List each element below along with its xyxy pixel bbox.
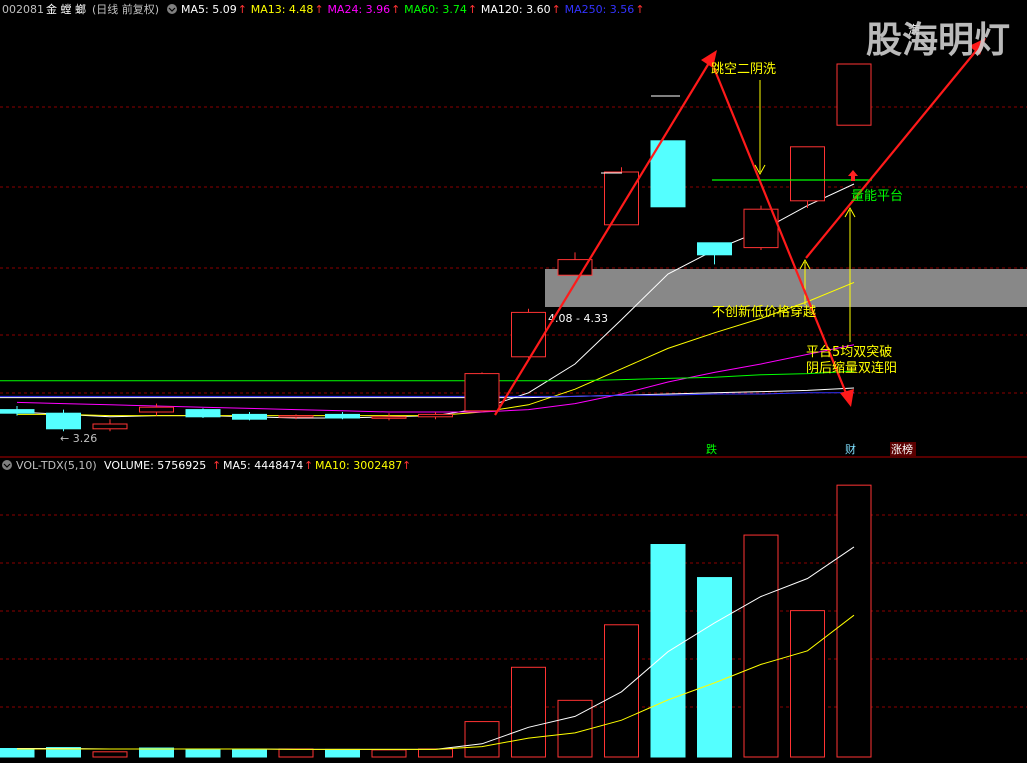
candle <box>604 167 639 226</box>
candle-body <box>139 406 174 413</box>
candle <box>232 412 267 421</box>
ma-legend-item: MA250: 3.56 <box>565 3 635 16</box>
trend-arrow-down-head <box>840 389 854 407</box>
volume-bar <box>325 748 360 758</box>
vol-ma5-up-arrow-icon: ↑ <box>304 459 313 472</box>
volume-bar <box>604 624 639 758</box>
volume-bars <box>0 484 872 758</box>
up-arrow-icon: ↑ <box>238 3 247 16</box>
stock-name: 金 螳 螂 <box>46 2 86 16</box>
volume-bar <box>650 544 686 758</box>
volume-bar <box>743 534 779 758</box>
candle-body <box>697 242 732 256</box>
ma-legend-item: MA13: 4.48 <box>251 3 314 16</box>
candle-body <box>325 413 360 419</box>
up-arrow-icon: ↑ <box>314 3 323 16</box>
candle <box>46 409 81 432</box>
volume-bar <box>92 751 128 758</box>
volume-bar <box>185 748 221 758</box>
candle-body <box>278 415 314 418</box>
volume-bar <box>511 666 546 758</box>
up-arrow-icon: ↑ <box>635 3 644 16</box>
candle-body <box>418 413 453 418</box>
candle-body <box>232 413 267 420</box>
volume-bar <box>278 748 314 758</box>
vol-ma5: MA5: 4448474 <box>223 459 303 472</box>
ma-line-ma60 <box>17 370 855 382</box>
candle <box>185 408 221 418</box>
tag-cai: 财 <box>845 442 856 456</box>
candle <box>511 308 546 358</box>
candle <box>325 412 360 420</box>
tag-die: 跌 <box>706 442 717 456</box>
ma-legend-item: MA24: 3.96 <box>327 3 390 16</box>
candle-body <box>604 171 639 226</box>
volume-bar <box>790 610 825 758</box>
volume-bar <box>418 748 453 758</box>
volume-bar <box>371 749 407 758</box>
watermark: 股海明灯 <box>866 20 1010 61</box>
vol-ma10-up-arrow-icon: ↑ <box>402 459 411 472</box>
candle-body <box>371 416 407 419</box>
candle <box>464 372 500 412</box>
vol-title: VOL-TDX(5,10) <box>16 459 97 472</box>
annotation-platform-break: 平台5均双突破 <box>806 344 892 360</box>
candle-body <box>836 63 872 126</box>
ma-line-ma24 <box>16 344 855 413</box>
stock-period: (日线 前复权) <box>92 2 159 16</box>
up-arrow-icon: ↑ <box>468 3 477 16</box>
vol-volume: VOLUME: 5756925 <box>104 459 206 472</box>
up-arrow-icon: ↑ <box>552 3 561 16</box>
ma-legend-item: MA60: 3.74 <box>404 3 467 16</box>
up-arrow-icon: ↑ <box>391 3 400 16</box>
vol-settings-toggle-icon[interactable] <box>2 460 12 470</box>
volume-header: VOL-TDX(5,10) VOLUME: 5756925 ↑ MA5: 444… <box>2 459 411 472</box>
trend-arrow-up-2 <box>805 45 981 259</box>
candle-body <box>790 146 825 202</box>
volume-bar <box>836 484 872 758</box>
trend-arrows <box>494 38 986 416</box>
candle <box>836 63 872 126</box>
candle <box>418 412 453 420</box>
up-arrow-icon <box>848 170 858 181</box>
ma-legend: MA5: 5.09 ↑ MA13: 4.48 ↑ MA24: 3.96 ↑ MA60: 3.… <box>181 3 645 16</box>
candle <box>92 419 128 432</box>
candle-body <box>464 373 500 412</box>
candle <box>371 413 407 421</box>
annotation-shrink-double-yang: 阴后缩量双连阳 <box>806 360 897 376</box>
candle-body <box>92 423 128 430</box>
ma-legend-item: MA120: 3.60 <box>481 3 551 16</box>
candle <box>697 242 732 265</box>
candle-body <box>46 412 81 430</box>
price-low-label: ← 3.26 <box>60 432 97 445</box>
annotation-gap-wash: 跳空二阴洗 <box>711 62 776 77</box>
volume-bar <box>232 748 267 758</box>
price-header: 002081 金 螳 螂 (日线 前复权) MA5: 5.09 ↑ MA13: 4.… <box>2 2 645 16</box>
trend-arrow-up-1 <box>494 57 713 416</box>
candle-body <box>0 409 35 414</box>
chart-canvas: 4.08 - 4.33 跳空二阴洗 量能平台 不创新低价格穿越 平台5均双突破 … <box>0 2 1027 758</box>
candle <box>790 146 825 208</box>
ma-legend-item: MA5: 5.09 <box>181 3 237 16</box>
candle-body <box>185 409 221 418</box>
vol-ma10: MA10: 3002487 <box>315 459 402 472</box>
volume-bar <box>557 699 593 758</box>
stock-code: 002081 <box>2 3 44 16</box>
tag-zhangbang: 涨榜 <box>891 442 913 456</box>
vol-up-arrow-icon: ↑ <box>212 459 221 472</box>
volume-bar <box>0 748 35 758</box>
volume-bar <box>697 577 732 758</box>
price-band <box>545 269 1027 307</box>
candle-body <box>511 311 546 358</box>
settings-toggle-icon[interactable] <box>167 4 177 14</box>
annotation-no-new-low: 不创新低价格穿越 <box>712 304 816 320</box>
annotation-volume-platform: 量能平台 <box>851 189 903 204</box>
